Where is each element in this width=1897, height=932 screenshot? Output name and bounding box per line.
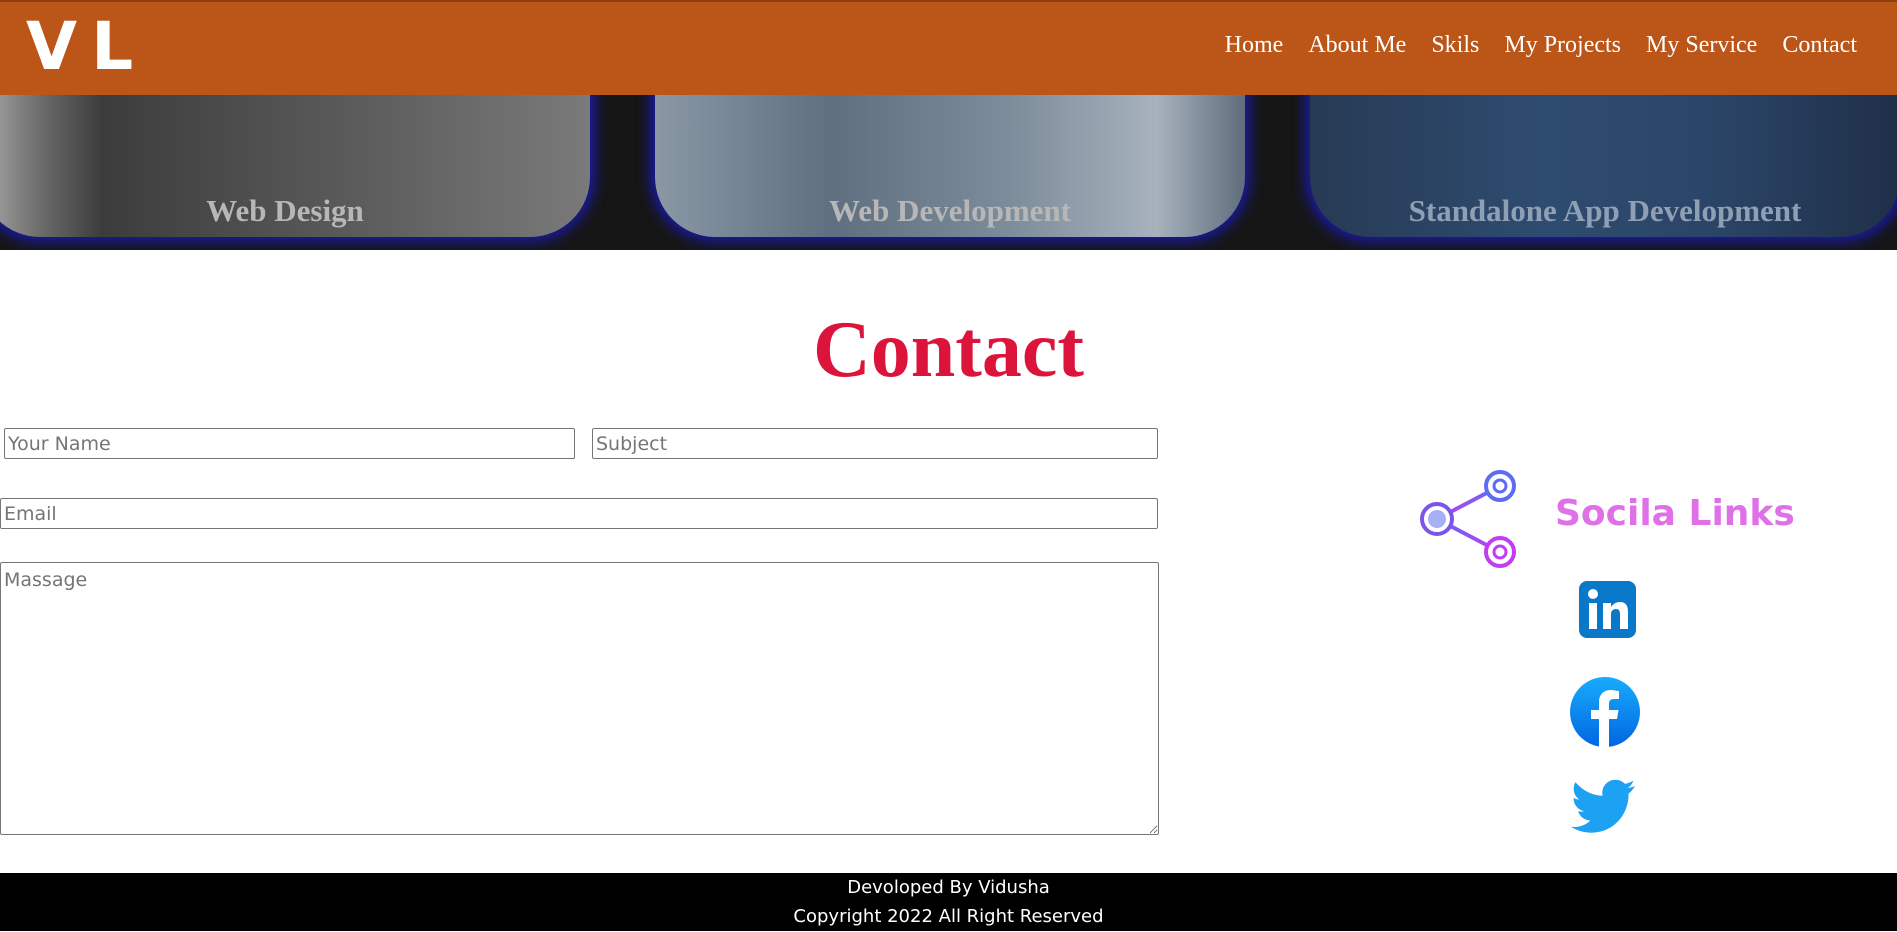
service-label: Web Development: [829, 193, 1071, 228]
service-label: Web Design: [206, 193, 364, 228]
facebook-icon[interactable]: [1570, 677, 1640, 747]
footer-credit: Devoloped By Vidusha: [847, 877, 1050, 898]
footer: Devoloped By Vidusha Copyright 2022 All …: [0, 873, 1897, 931]
subject-input[interactable]: [592, 428, 1158, 459]
nav-skills[interactable]: Skils: [1431, 32, 1479, 59]
footer-copyright: Copyright 2022 All Right Reserved: [793, 906, 1104, 927]
nav-about-me[interactable]: About Me: [1308, 32, 1406, 59]
service-card-web-design[interactable]: Web Design: [0, 95, 590, 237]
linkedin-icon[interactable]: [1579, 581, 1636, 638]
nav-my-service[interactable]: My Service: [1646, 32, 1757, 59]
nav-my-projects[interactable]: My Projects: [1504, 32, 1621, 59]
nav-contact[interactable]: Contact: [1782, 32, 1857, 59]
contact-title: Contact: [812, 306, 1085, 394]
email-input[interactable]: [0, 498, 1158, 529]
message-textarea[interactable]: [0, 562, 1159, 835]
name-input[interactable]: [4, 428, 575, 459]
logo[interactable]: VL: [26, 8, 147, 85]
service-card-standalone-app[interactable]: Standalone App Development: [1310, 95, 1897, 237]
social-links-title: Socila Links: [1555, 493, 1795, 534]
service-label: Standalone App Development: [1408, 193, 1802, 228]
nav-home[interactable]: Home: [1225, 32, 1284, 59]
twitter-icon[interactable]: [1571, 779, 1635, 835]
services-strip: Web Design Web Development Standalone Ap…: [0, 95, 1897, 250]
main-nav: Home About Me Skils My Projects My Servi…: [1225, 32, 1857, 59]
site-header: VL Home About Me Skils My Projects My Se…: [0, 0, 1897, 95]
service-card-web-development[interactable]: Web Development: [655, 95, 1245, 237]
